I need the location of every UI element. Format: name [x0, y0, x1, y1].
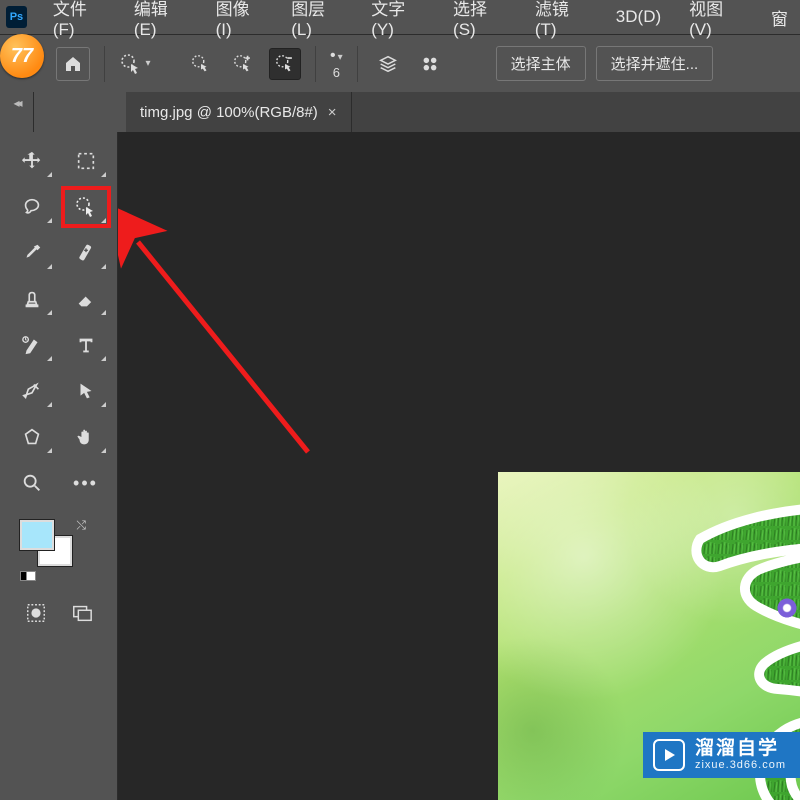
menu-3d[interactable]: 3D(D): [604, 2, 673, 32]
clone-stamp-tool[interactable]: [9, 280, 55, 318]
pen-tool[interactable]: [9, 372, 55, 410]
swap-colors-icon[interactable]: ⤭: [76, 518, 86, 533]
menu-view[interactable]: 视图(V): [677, 0, 755, 45]
watermark: 溜溜自学 zixue.3d66.com: [643, 732, 800, 778]
toolbox: ••• ⤭: [0, 132, 118, 800]
menu-filter[interactable]: 滤镜(T): [523, 0, 600, 45]
menu-edit[interactable]: 编辑(E): [122, 0, 200, 45]
sample-all-layers-icon[interactable]: [372, 48, 404, 80]
menu-file[interactable]: 文件(F): [41, 0, 118, 45]
select-subject-button[interactable]: 选择主体: [496, 46, 586, 81]
quick-selection-tool[interactable]: [63, 188, 109, 226]
collapse-icon: ◂◂: [13, 96, 19, 110]
zoom-tool[interactable]: [9, 464, 55, 502]
menu-layer[interactable]: 图层(L): [279, 0, 355, 45]
home-button[interactable]: [56, 47, 90, 81]
close-tab-button[interactable]: ×: [328, 104, 337, 121]
watermark-logo-icon: [653, 739, 685, 771]
quickmask-button[interactable]: [25, 602, 47, 629]
screenmode-button[interactable]: [71, 602, 93, 629]
brush-size-value: 6: [333, 65, 340, 80]
separator: [315, 46, 316, 82]
edit-toolbar-button[interactable]: •••: [63, 464, 109, 502]
canvas-area[interactable]: 溜溜自学 zixue.3d66.com: [118, 132, 800, 800]
watermark-title: 溜溜自学: [695, 738, 786, 760]
menu-type[interactable]: 文字(Y): [359, 0, 437, 45]
shape-tool[interactable]: [9, 418, 55, 456]
lasso-tool[interactable]: [9, 188, 55, 226]
home-icon: [63, 54, 83, 74]
color-swatches[interactable]: ⤭: [20, 520, 80, 572]
annotation-badge: 77: [0, 34, 44, 78]
subtract-selection-icon: [274, 53, 296, 75]
ps-logo: Ps: [6, 6, 27, 28]
menu-window[interactable]: 窗: [759, 0, 800, 35]
healing-brush-tool[interactable]: [63, 234, 109, 272]
watermark-url: zixue.3d66.com: [695, 759, 786, 772]
path-selection-tool[interactable]: [63, 372, 109, 410]
menu-select[interactable]: 选择(S): [441, 0, 519, 45]
separator: [104, 46, 105, 82]
default-colors-icon[interactable]: [20, 567, 36, 584]
document-tabs: ◂◂ timg.jpg @ 100%(RGB/8#) ×: [0, 92, 800, 132]
new-selection-mode[interactable]: [185, 48, 217, 80]
eyedropper-tool[interactable]: [9, 234, 55, 272]
flower-icon: [776, 597, 798, 619]
quick-selection-icon: [119, 52, 143, 76]
eraser-tool[interactable]: [63, 280, 109, 318]
main-area: ••• ⤭: [0, 132, 800, 800]
panel-collapse-button[interactable]: ◂◂: [0, 92, 34, 132]
document-tab-title: timg.jpg @ 100%(RGB/8#): [140, 104, 318, 121]
select-and-mask-button[interactable]: 选择并遮住...: [596, 46, 714, 81]
document-tab[interactable]: timg.jpg @ 100%(RGB/8#) ×: [126, 92, 352, 132]
add-selection-icon: [232, 53, 254, 75]
separator: [357, 46, 358, 82]
menu-image[interactable]: 图像(I): [204, 0, 276, 45]
auto-enhance-icon[interactable]: [414, 48, 446, 80]
foreground-color-swatch[interactable]: [20, 520, 54, 550]
add-selection-mode[interactable]: [227, 48, 259, 80]
new-selection-icon: [190, 53, 212, 75]
chevron-down-icon: ▾: [145, 58, 150, 69]
type-tool[interactable]: [63, 326, 109, 364]
subtract-selection-mode[interactable]: [269, 48, 301, 80]
history-brush-tool[interactable]: [9, 326, 55, 364]
marquee-tool[interactable]: [63, 142, 109, 180]
current-tool-icon[interactable]: ▾: [119, 48, 151, 80]
move-tool[interactable]: [9, 142, 55, 180]
hand-tool[interactable]: [63, 418, 109, 456]
brush-size-control[interactable]: •▾ 6: [330, 47, 343, 80]
menu-bar: Ps 文件(F) 编辑(E) 图像(I) 图层(L) 文字(Y) 选择(S) 滤…: [0, 0, 800, 34]
